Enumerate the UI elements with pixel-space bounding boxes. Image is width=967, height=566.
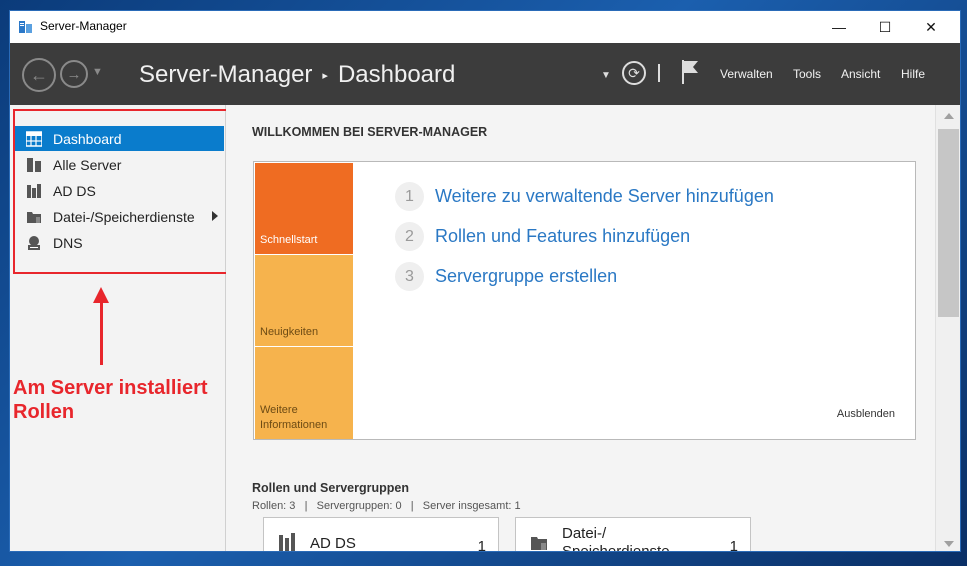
minimize-button[interactable]: — <box>816 11 862 43</box>
roles-section-title: Rollen und Servergruppen <box>252 481 409 495</box>
scroll-down-icon[interactable] <box>944 541 954 547</box>
header-bar: ← → ▼ Server-Manager ▸ Dashboard ▼ ⟳ Ver… <box>10 43 960 105</box>
tile-label: Neuigkeiten <box>260 326 319 338</box>
tile-weitere-informationen[interactable]: Weitere Informationen <box>255 347 353 439</box>
window-title: Server-Manager <box>40 19 127 33</box>
role-card-name: AD DS <box>310 535 356 552</box>
tile-label: Schnellstart <box>260 234 318 246</box>
back-button[interactable]: ← <box>22 58 56 92</box>
step-number: 1 <box>395 182 424 211</box>
tile-schnellstart[interactable]: Schnellstart <box>255 163 353 254</box>
server-manager-window: Server-Manager — ☐ ✕ ← → ▼ Server-Manage… <box>9 10 961 552</box>
role-card-datei-speicherdienste[interactable]: Datei-/ Speicherdienste 1 <box>515 517 751 552</box>
step-link[interactable]: Weitere zu verwaltende Server hinzufügen <box>435 186 774 207</box>
breadcrumb-root[interactable]: Server-Manager <box>139 61 312 89</box>
step-link[interactable]: Rollen und Features hinzufügen <box>435 226 690 247</box>
forward-arrow-icon: → <box>66 65 82 83</box>
step-number: 2 <box>395 222 424 251</box>
tile-neuigkeiten[interactable]: Neuigkeiten <box>255 255 353 346</box>
role-card-count: 1 <box>729 538 738 552</box>
step-create-group[interactable]: 3 Servergruppe erstellen <box>395 262 617 291</box>
history-dropdown-icon[interactable]: ▼ <box>92 66 103 78</box>
notifications-dropdown-icon[interactable]: ▼ <box>601 70 611 81</box>
server-manager-app-icon <box>19 21 32 33</box>
role-card-count: 1 <box>477 538 486 552</box>
vertical-scrollbar[interactable] <box>935 105 960 551</box>
step-add-servers[interactable]: 1 Weitere zu verwaltende Server hinzufüg… <box>395 182 774 211</box>
refresh-button[interactable]: ⟳ <box>622 61 646 85</box>
step-number: 3 <box>395 262 424 291</box>
menu-verwalten[interactable]: Verwalten <box>720 67 773 81</box>
breadcrumb-separator-icon: ▸ <box>322 69 328 82</box>
refresh-icon: ⟳ <box>628 64 640 81</box>
flag-icon[interactable] <box>680 59 700 85</box>
file-storage-icon <box>531 537 547 550</box>
step-link[interactable]: Servergruppe erstellen <box>435 266 617 287</box>
adds-icon <box>279 533 295 551</box>
back-arrow-icon: ← <box>30 64 48 85</box>
roles-section-stats: Rollen: 3 | Servergruppen: 0 | Server in… <box>252 500 521 512</box>
main-content: WILLKOMMEN BEI SERVER-MANAGER Schnellsta… <box>226 105 935 552</box>
menu-hilfe[interactable]: Hilfe <box>901 67 925 81</box>
maximize-button[interactable]: ☐ <box>862 11 908 43</box>
close-icon: ✕ <box>925 18 937 35</box>
welcome-title: WILLKOMMEN BEI SERVER-MANAGER <box>252 125 488 139</box>
hide-welcome-link[interactable]: Ausblenden <box>837 408 895 420</box>
scrollbar-thumb[interactable] <box>938 129 959 317</box>
annotation-arrow-line <box>100 299 103 365</box>
header-divider <box>658 64 660 82</box>
step-add-roles[interactable]: 2 Rollen und Features hinzufügen <box>395 222 690 251</box>
minimize-icon: — <box>832 19 846 35</box>
menu-ansicht[interactable]: Ansicht <box>841 67 880 81</box>
scroll-up-icon[interactable] <box>944 113 954 119</box>
maximize-icon: ☐ <box>878 18 892 35</box>
role-card-name: Datei-/ Speicherdienste <box>562 525 670 552</box>
annotation-text: Am Server installiert Rollen <box>13 377 208 423</box>
forward-button[interactable]: → <box>60 60 88 88</box>
title-bar: Server-Manager — ☐ ✕ <box>10 11 960 43</box>
welcome-panel: Schnellstart Neuigkeiten Weitere Informa… <box>253 161 916 440</box>
close-button[interactable]: ✕ <box>908 11 954 43</box>
tile-label: Weitere Informationen <box>260 404 328 431</box>
role-card-ad-ds[interactable]: AD DS 1 <box>263 517 499 552</box>
annotation-highlight-box <box>13 109 228 274</box>
menu-tools[interactable]: Tools <box>793 67 821 81</box>
breadcrumb: Server-Manager ▸ Dashboard <box>139 61 455 89</box>
breadcrumb-current: Dashboard <box>337 61 456 88</box>
